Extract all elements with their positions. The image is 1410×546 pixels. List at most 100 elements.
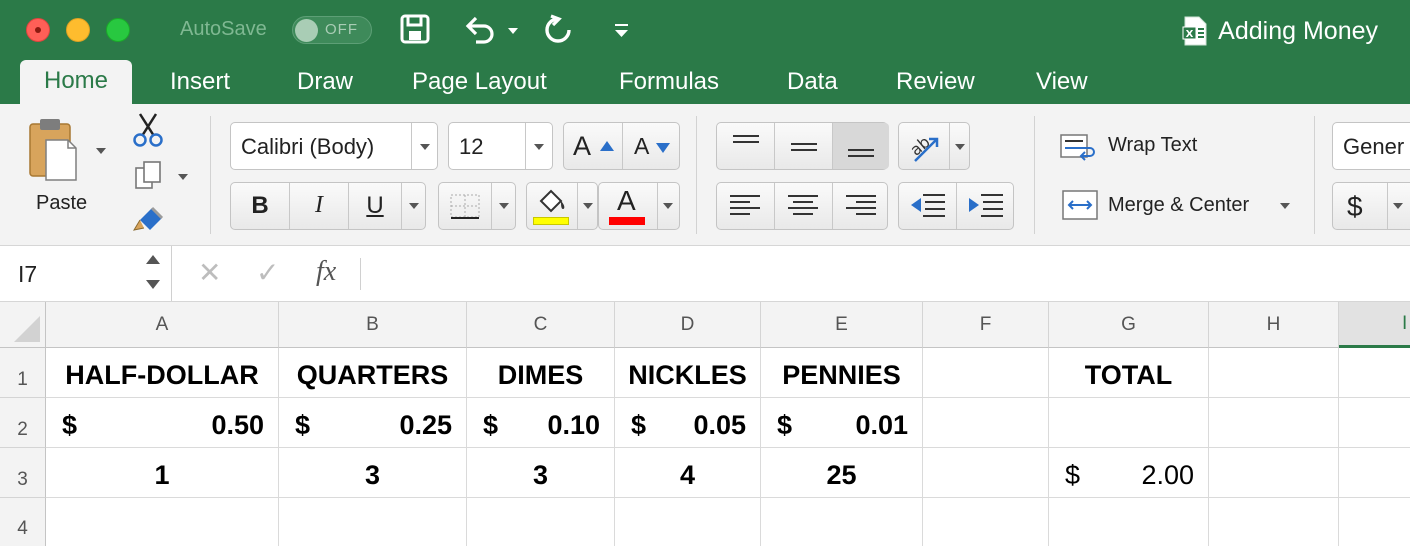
tab-page-layout[interactable]: Page Layout (412, 68, 547, 96)
decrease-indent-button[interactable] (899, 183, 956, 229)
borders-dropdown-icon[interactable] (499, 203, 509, 209)
font-color-dropdown-icon[interactable] (663, 203, 673, 209)
column-header-c[interactable]: C (467, 302, 615, 348)
align-bottom-button[interactable] (833, 123, 889, 169)
cell-g4[interactable] (1049, 498, 1209, 546)
cell-i2[interactable] (1339, 398, 1410, 448)
cell-c3[interactable]: 3 (467, 448, 615, 498)
format-painter-button[interactable] (132, 204, 166, 239)
confirm-entry-button[interactable]: ✓ (256, 256, 279, 289)
cell-e4[interactable] (761, 498, 923, 546)
cell-a2[interactable]: $0.50 (46, 398, 279, 448)
underline-dropdown-icon[interactable] (409, 203, 419, 209)
cell-b3[interactable]: 3 (279, 448, 467, 498)
cell-i4[interactable] (1339, 498, 1410, 546)
bold-button[interactable]: B (231, 183, 289, 229)
cell-f3[interactable] (923, 448, 1049, 498)
column-header-b[interactable]: B (279, 302, 467, 348)
save-button[interactable] (400, 14, 430, 49)
cell-e1[interactable]: PENNIES (761, 348, 923, 398)
cell-h1[interactable] (1209, 348, 1339, 398)
increase-indent-button[interactable] (957, 183, 1015, 229)
maximize-window-button[interactable] (106, 18, 130, 42)
cell-g3[interactable]: $2.00 (1049, 448, 1209, 498)
cut-button[interactable] (132, 112, 164, 153)
orientation-button[interactable]: ab (898, 122, 970, 170)
undo-dropdown-icon[interactable] (508, 28, 518, 34)
cell-g1[interactable]: TOTAL (1049, 348, 1209, 398)
cancel-entry-button[interactable]: ✕ (198, 256, 221, 289)
formula-input[interactable] (372, 246, 1410, 301)
copy-button[interactable] (134, 160, 164, 197)
paste-dropdown-icon[interactable] (96, 148, 106, 154)
row-header-3[interactable]: 3 (0, 448, 46, 498)
cell-a3[interactable]: 1 (46, 448, 279, 498)
cell-a1[interactable]: HALF-DOLLAR (46, 348, 279, 398)
cell-d1[interactable]: NICKLES (615, 348, 761, 398)
paste-button[interactable] (26, 116, 86, 186)
cell-e3[interactable]: 25 (761, 448, 923, 498)
merge-dropdown-icon[interactable] (1280, 203, 1290, 209)
cell-e2[interactable]: $0.01 (761, 398, 923, 448)
name-box-stepper-icon[interactable] (146, 254, 160, 290)
cell-h4[interactable] (1209, 498, 1339, 546)
font-name-dropdown[interactable]: Calibri (Body) (230, 122, 438, 170)
column-header-a[interactable]: A (46, 302, 279, 348)
align-middle-button[interactable] (775, 123, 832, 169)
column-header-i[interactable]: I (1339, 302, 1410, 348)
borders-button[interactable] (438, 182, 516, 230)
cell-g2[interactable] (1049, 398, 1209, 448)
cell-i1[interactable] (1339, 348, 1410, 398)
italic-button[interactable]: I (290, 183, 348, 229)
number-format-dropdown[interactable]: Gener (1332, 122, 1410, 170)
tab-insert[interactable]: Insert (170, 68, 230, 96)
repeat-button[interactable] (542, 14, 574, 51)
tab-view[interactable]: View (1036, 68, 1088, 96)
cell-i3[interactable] (1339, 448, 1410, 498)
font-size-dropdown[interactable]: 12 (448, 122, 553, 170)
copy-dropdown-icon[interactable] (178, 174, 188, 180)
underline-button[interactable]: U (349, 183, 401, 229)
tab-draw[interactable]: Draw (297, 68, 353, 96)
align-left-button[interactable] (717, 183, 774, 229)
tab-formulas[interactable]: Formulas (619, 68, 719, 96)
decrease-font-size-button[interactable]: A (623, 123, 681, 169)
close-window-button[interactable] (26, 18, 50, 42)
tab-review[interactable]: Review (896, 68, 975, 96)
cell-f1[interactable] (923, 348, 1049, 398)
column-header-d[interactable]: D (615, 302, 761, 348)
cell-d2[interactable]: $0.05 (615, 398, 761, 448)
font-color-button[interactable]: A (598, 182, 680, 230)
increase-font-size-button[interactable]: A (564, 123, 622, 169)
column-header-h[interactable]: H (1209, 302, 1339, 348)
cell-b1[interactable]: QUARTERS (279, 348, 467, 398)
column-header-e[interactable]: E (761, 302, 923, 348)
cell-b4[interactable] (279, 498, 467, 546)
column-header-f[interactable]: F (923, 302, 1049, 348)
row-header-4[interactable]: 4 (0, 498, 46, 546)
cell-f2[interactable] (923, 398, 1049, 448)
select-all-button[interactable] (0, 302, 46, 348)
cell-d3[interactable]: 4 (615, 448, 761, 498)
cell-f4[interactable] (923, 498, 1049, 546)
fill-color-button[interactable] (526, 182, 598, 230)
align-center-button[interactable] (775, 183, 832, 229)
tab-data[interactable]: Data (787, 68, 838, 96)
wrap-text-button[interactable]: Wrap Text (1060, 128, 1300, 164)
column-header-g[interactable]: G (1049, 302, 1209, 348)
insert-function-button[interactable]: fx (316, 256, 336, 288)
cell-h2[interactable] (1209, 398, 1339, 448)
row-header-1[interactable]: 1 (0, 348, 46, 398)
autosave-toggle[interactable]: OFF (292, 16, 372, 44)
cell-c1[interactable]: DIMES (467, 348, 615, 398)
minimize-window-button[interactable] (66, 18, 90, 42)
cell-h3[interactable] (1209, 448, 1339, 498)
accounting-dropdown-icon[interactable] (1393, 203, 1403, 209)
accounting-format-button[interactable]: $ (1332, 182, 1410, 230)
cell-d4[interactable] (615, 498, 761, 546)
align-top-button[interactable] (717, 123, 774, 169)
fill-color-dropdown-icon[interactable] (583, 203, 593, 209)
cell-c4[interactable] (467, 498, 615, 546)
undo-button[interactable] (462, 14, 498, 49)
row-header-2[interactable]: 2 (0, 398, 46, 448)
